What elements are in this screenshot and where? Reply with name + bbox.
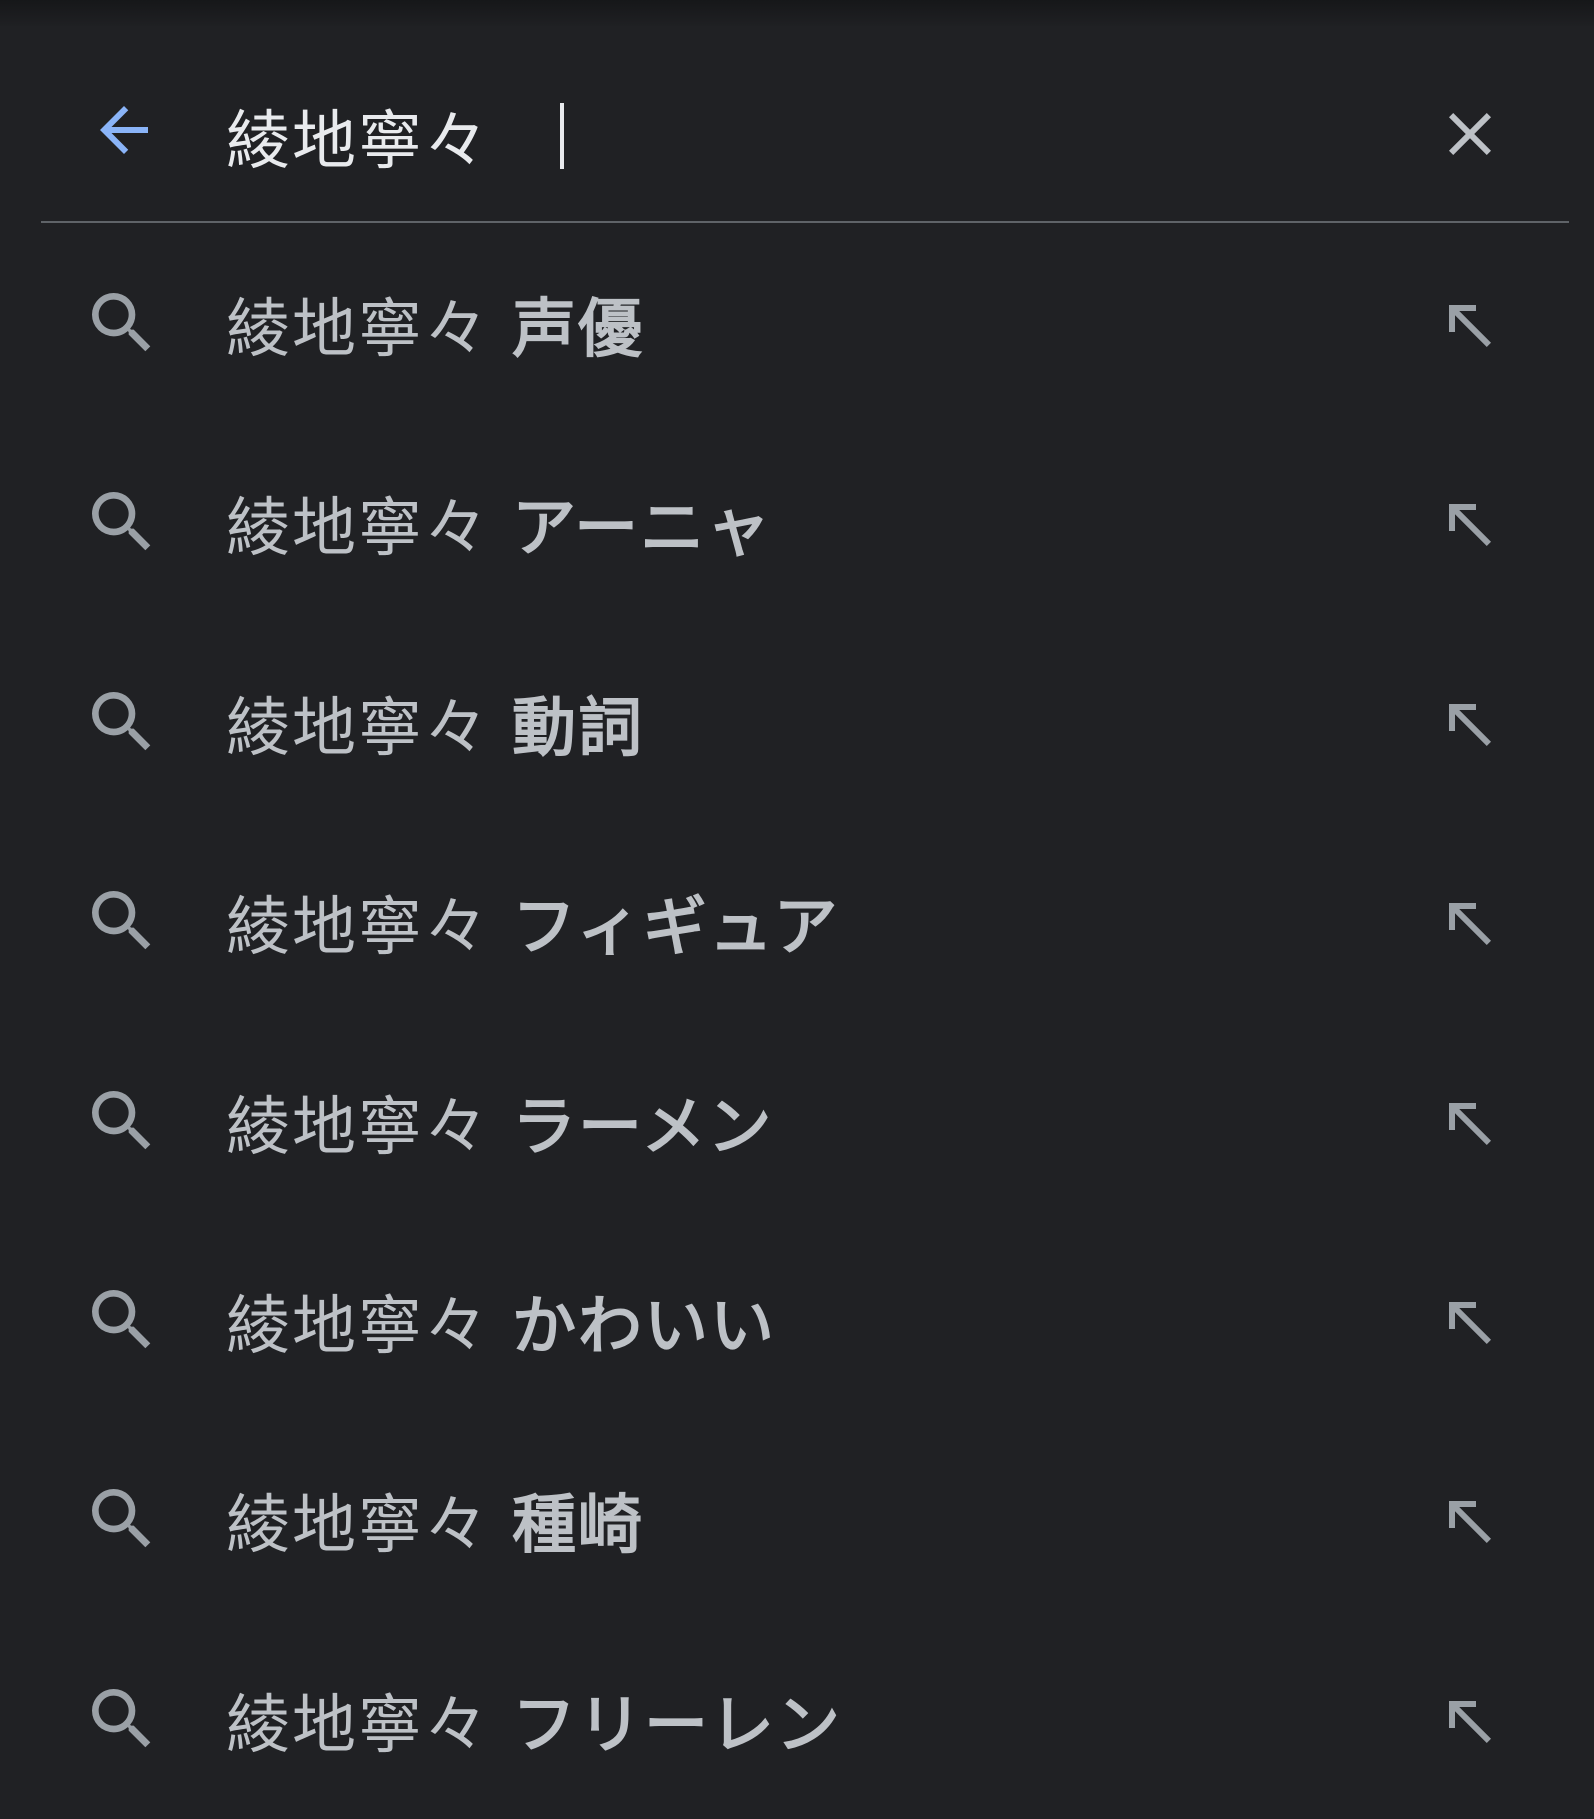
arrow-up-left-icon [1449, 1700, 1491, 1743]
suggestion-row[interactable]: 綾地寧々 声優 [0, 224, 1594, 423]
search-icon [92, 1688, 151, 1748]
fill-query-button[interactable] [1420, 1672, 1520, 1772]
fill-query-button[interactable] [1420, 276, 1520, 376]
search-query-text: 綾地寧々 [226, 105, 490, 179]
search-icon [92, 1489, 151, 1548]
search-bar: 綾地寧々 [0, 26, 1594, 222]
suggestion-text: 綾地寧々 フィギュア [226, 872, 839, 972]
fill-query-button[interactable] [1420, 1273, 1520, 1373]
suggestion-text: 綾地寧々 ラーメン [226, 1072, 773, 1172]
suggestion-row[interactable]: 綾地寧々 かわいい [0, 1221, 1594, 1420]
suggestion-prefix: 綾地寧々 [226, 1489, 490, 1564]
search-icon [92, 1090, 151, 1149]
search-icon [92, 492, 151, 551]
arrow-back-icon [100, 106, 148, 154]
suggestion-row[interactable]: 綾地寧々 フィギュア [0, 822, 1594, 1021]
suggestion-row[interactable]: 綾地寧々 アーニャ [0, 423, 1594, 622]
suggestion-text: 綾地寧々 アーニャ [226, 473, 772, 573]
suggestion-text: 綾地寧々 声優 [226, 274, 644, 374]
suggestion-list: 綾地寧々 声優 綾地寧々 アーニャ 綾地寧々 動詞 綾地寧々 フィギュア 綾地寧… [0, 224, 1594, 1819]
search-icon [92, 691, 151, 751]
suggestion-completion: アーニャ [512, 492, 773, 567]
text-cursor [560, 103, 564, 169]
close-icon [1449, 113, 1491, 155]
suggestion-completion: 声優 [512, 293, 644, 367]
status-bar-strip [0, 0, 1594, 26]
suggestion-text: 綾地寧々 フリーレン [226, 1670, 842, 1770]
suggestion-text: 綾地寧々 種崎 [226, 1470, 644, 1570]
search-input[interactable]: 綾地寧々 [226, 86, 564, 186]
suggestion-row[interactable]: 綾地寧々 ラーメン [0, 1022, 1594, 1221]
arrow-up-left-icon [1449, 703, 1491, 746]
suggestion-completion: フィギュア [512, 891, 840, 966]
fill-query-button[interactable] [1420, 1472, 1520, 1572]
suggestion-prefix: 綾地寧々 [226, 691, 490, 766]
arrow-up-left-icon [1449, 1501, 1491, 1544]
suggestion-prefix: 綾地寧々 [226, 891, 490, 966]
fill-query-button[interactable] [1420, 675, 1520, 775]
suggestion-completion: 動詞 [512, 691, 644, 766]
back-button[interactable] [72, 78, 176, 182]
suggestion-row[interactable]: 綾地寧々 動詞 [0, 623, 1594, 822]
suggestion-prefix: 綾地寧々 [226, 1289, 490, 1364]
suggestion-row[interactable]: 綾地寧々 フリーレン [0, 1620, 1594, 1819]
arrow-up-left-icon [1449, 1301, 1491, 1344]
fill-query-button[interactable] [1420, 1074, 1520, 1174]
suggestion-completion: ラーメン [512, 1090, 774, 1165]
clear-button[interactable] [1418, 82, 1522, 186]
fill-query-button[interactable] [1420, 475, 1520, 575]
suggestion-prefix: 綾地寧々 [226, 1688, 490, 1763]
suggestion-prefix: 綾地寧々 [226, 293, 490, 367]
search-icon [92, 1289, 151, 1349]
suggestion-completion: 種崎 [512, 1489, 644, 1564]
arrow-up-left-icon [1449, 903, 1491, 946]
search-icon [92, 891, 151, 950]
search-icon [92, 293, 151, 352]
arrow-up-left-icon [1449, 504, 1491, 547]
suggestion-prefix: 綾地寧々 [226, 492, 490, 567]
suggestion-prefix: 綾地寧々 [226, 1090, 490, 1165]
arrow-up-left-icon [1449, 305, 1491, 347]
suggestion-completion: かわいい [512, 1289, 776, 1364]
suggestion-text: 綾地寧々 動詞 [226, 673, 644, 773]
suggestion-row[interactable]: 綾地寧々 種崎 [0, 1420, 1594, 1619]
arrow-up-left-icon [1449, 1102, 1491, 1145]
fill-query-button[interactable] [1420, 874, 1520, 974]
suggestion-completion: フリーレン [512, 1688, 842, 1763]
search-divider [41, 221, 1569, 223]
suggestion-text: 綾地寧々 かわいい [226, 1271, 776, 1371]
